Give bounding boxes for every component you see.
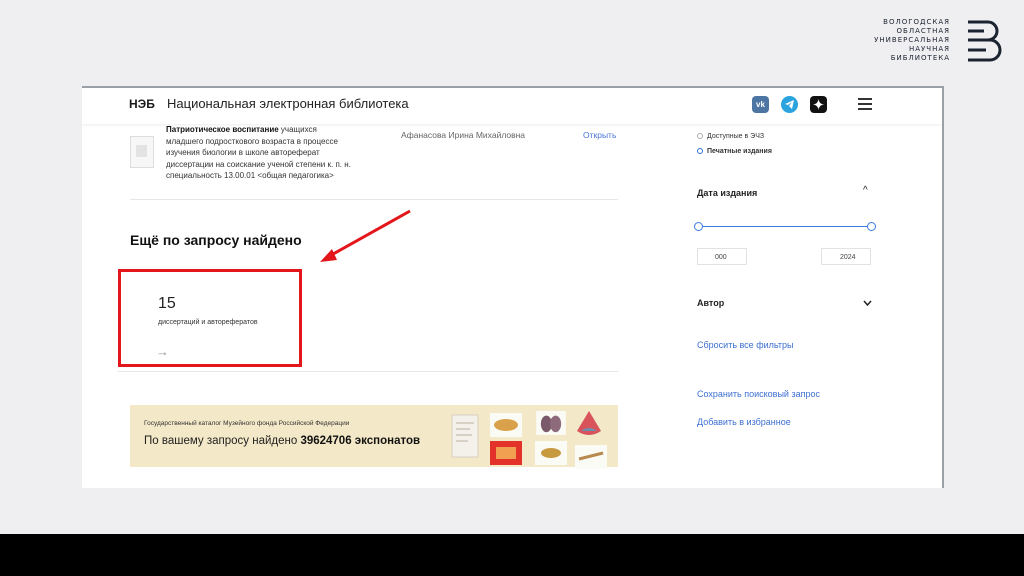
open-link[interactable]: Открыть (583, 130, 616, 140)
slider-handle-end[interactable] (867, 222, 876, 231)
logo-line: НАУЧНАЯ (908, 45, 950, 53)
slide-bottom-bar (0, 534, 1024, 576)
chevron-up-icon[interactable]: ^ (863, 185, 868, 196)
result-title-text: учащихся (278, 125, 317, 134)
brand-name[interactable]: Национальная электронная библиотека (167, 96, 409, 111)
burger-menu-icon[interactable] (858, 98, 872, 110)
museum-text: экспонатов (351, 435, 421, 447)
filter-printed[interactable]: Печатные издания (697, 148, 772, 155)
logo-line: УНИВЕРСАЛЬНАЯ (874, 36, 950, 44)
more-found-title: Ещё по запросу найдено (130, 232, 302, 248)
chevron-down-icon[interactable] (863, 300, 872, 306)
highlight-box (118, 269, 302, 367)
dzen-icon[interactable] (810, 96, 827, 113)
museum-catalog-banner[interactable]: Государственный каталог Музейного фонда … (130, 405, 618, 469)
headdress-exhibit-image (577, 411, 601, 435)
year-to-input[interactable]: 2024 (821, 248, 871, 265)
brand-abbr[interactable]: НЭБ (129, 97, 155, 111)
save-query-link[interactable]: Сохранить поисковый запрос (697, 389, 820, 399)
date-heading[interactable]: Дата издания (697, 188, 757, 198)
red-exhibit-image (490, 441, 522, 465)
tool-exhibit-image (575, 445, 607, 469)
result-title[interactable]: Патриотическое воспитание учащихся младш… (166, 124, 396, 182)
result-title-text: изучения биологии в школе автореферат (166, 148, 320, 157)
filter-available-ecz[interactable]: Доступные в ЭЧЗ (697, 133, 764, 140)
library-logo: ВОЛОГОДСКАЯ ОБЛАСТНАЯ УНИВЕРСАЛЬНАЯ НАУЧ… (874, 18, 1010, 68)
logo-line: ОБЛАСТНАЯ (896, 27, 950, 35)
museum-count-text: По вашему запросу найдено 39624706 экспо… (144, 435, 420, 447)
document-exhibit-image (451, 414, 479, 458)
result-title-text: младшего подросткового возраста в процес… (166, 136, 338, 146)
date-range-slider[interactable] (694, 222, 876, 231)
site-header: НЭБ Национальная электронная библиотека … (82, 88, 942, 124)
telegram-icon[interactable] (781, 96, 798, 113)
document-thumbnail[interactable] (130, 136, 154, 168)
logo-line: БИБЛИОТЕКА (890, 54, 950, 62)
search-result-item: Патриотическое воспитание учащихся младш… (130, 124, 618, 200)
reset-filters-link[interactable]: Сбросить все фильтры (697, 340, 793, 350)
result-author[interactable]: Афанасова Ирина Михайловна (401, 130, 525, 140)
add-favorites-link[interactable]: Добавить в избранное (697, 417, 791, 427)
result-title-text: специальность 13.00.01 <общая педагогика… (166, 171, 334, 180)
result-title-bold: Патриотическое воспитание (166, 125, 279, 134)
bowl-exhibit-image (535, 441, 567, 465)
logo-line: ВОЛОГОДСКАЯ (883, 18, 950, 26)
red-arrow-icon (320, 209, 411, 262)
filter-label: Доступные в ЭЧЗ (707, 133, 765, 140)
museum-count: 39624706 (300, 435, 352, 447)
result-title-text: диссертации на соискание ученой степени … (166, 159, 351, 169)
pastry-exhibit-image (490, 413, 522, 437)
museum-caption: Государственный каталог Музейного фонда … (144, 420, 350, 427)
filter-label: Печатные издания (707, 148, 772, 155)
author-heading[interactable]: Автор (697, 298, 724, 308)
year-from-input[interactable]: 000 (697, 248, 747, 265)
shoes-exhibit-image (536, 411, 566, 435)
slider-handle-start[interactable] (694, 222, 703, 231)
logo-text: ВОЛОГОДСКАЯ ОБЛАСТНАЯ УНИВЕРСАЛЬНАЯ НАУЧ… (840, 18, 950, 63)
museum-text: По вашему запросу найдено (144, 435, 301, 447)
library-logo-mark (968, 20, 1002, 62)
vk-icon[interactable]: vk (752, 96, 769, 113)
